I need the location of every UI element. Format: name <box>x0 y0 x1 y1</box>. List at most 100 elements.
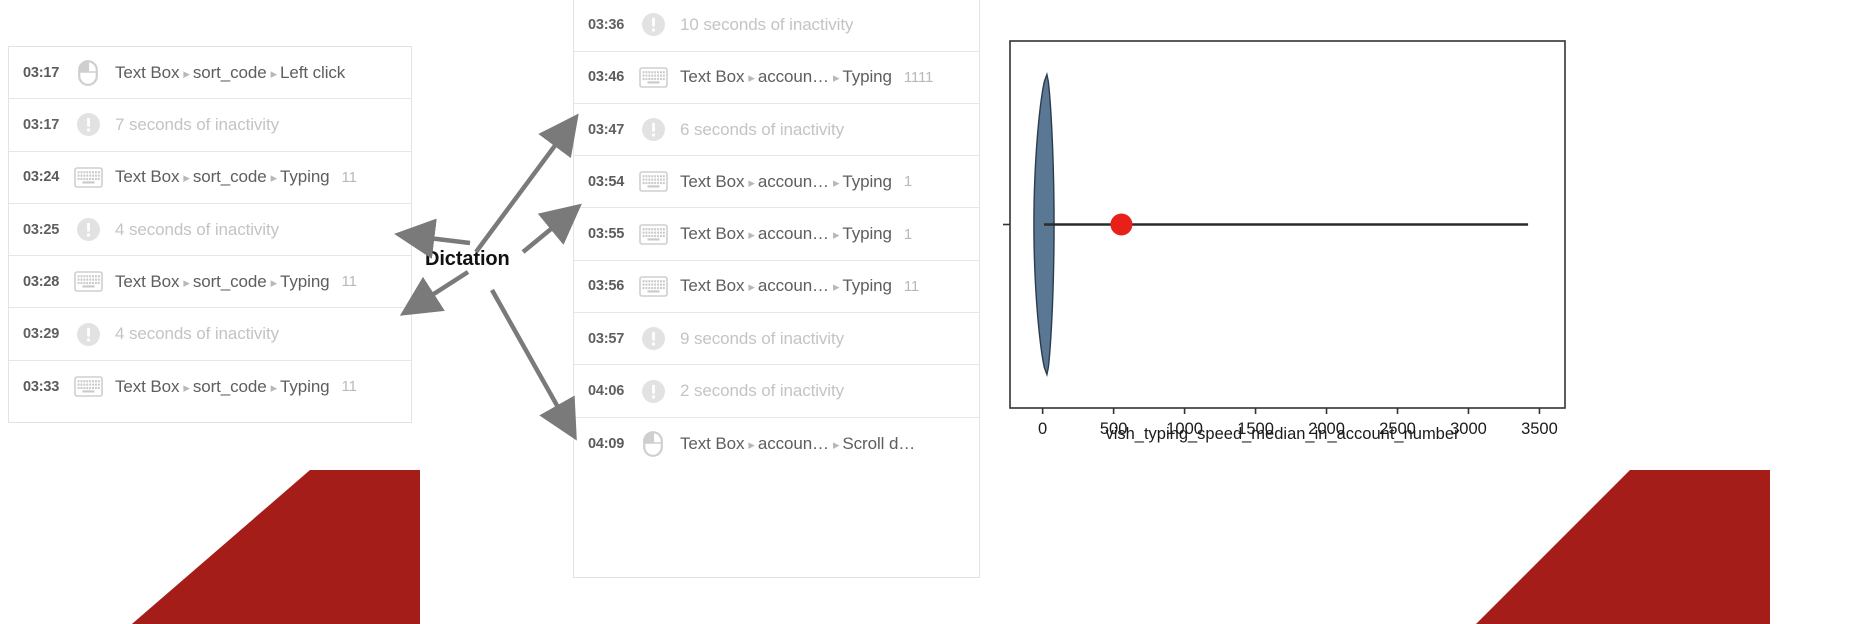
keyboard-icon <box>73 376 103 398</box>
decorative-wedge-right <box>1476 470 1770 624</box>
keyboard-icon <box>636 167 670 197</box>
breadcrumb-separator-icon: ▸ <box>183 170 190 186</box>
inactivity-icon <box>641 327 665 351</box>
event-description: Text Box ▸ sort_code ▸ Typing <box>115 167 330 187</box>
event-description: Text Box ▸ accoun… ▸ Typing <box>680 276 892 296</box>
event-timestamp: 03:55 <box>588 226 625 243</box>
event-action: Typing <box>280 271 330 291</box>
breadcrumb-separator-icon: ▸ <box>748 279 755 295</box>
event-app: Text Box <box>680 67 745 87</box>
event-description: 9 seconds of inactivity <box>680 328 845 348</box>
inactivity-icon <box>636 115 670 145</box>
breadcrumb-separator-icon: ▸ <box>183 274 190 290</box>
event-field: sort_code <box>192 376 267 396</box>
event-row[interactable]: 03:25 4 seconds of inactivity <box>9 204 411 257</box>
event-field: accoun… <box>757 433 829 453</box>
event-row[interactable]: 03:47 6 seconds of inactivity <box>574 104 979 157</box>
inactivity-icon <box>71 319 105 349</box>
event-timestamp: 03:36 <box>588 16 625 33</box>
event-row[interactable]: 03:33 Text Box ▸ sort_code ▸ Typing 11 <box>9 361 411 413</box>
dictation-annotation-label: Dictation <box>425 248 510 270</box>
event-action: Typing <box>280 376 330 396</box>
event-timestamp: 03:28 <box>23 273 60 290</box>
event-app: Text Box <box>680 171 745 191</box>
event-field: accoun… <box>757 67 829 87</box>
event-row[interactable]: 03:24 Text Box ▸ sort_code ▸ Typing 11 <box>9 152 411 204</box>
keyboard-icon <box>71 267 105 297</box>
event-app: Text Box <box>115 167 180 187</box>
event-row[interactable]: 03:56 Text Box ▸ accoun… ▸ Typing 11 <box>574 261 979 314</box>
event-app: Text Box <box>680 433 745 453</box>
event-row[interactable]: 03:28 Text Box ▸ sort_code ▸ Typing 11 <box>9 256 411 309</box>
event-description: 4 seconds of inactivity <box>115 324 280 344</box>
event-description: 10 seconds of inactivity <box>680 14 854 34</box>
event-description: 6 seconds of inactivity <box>680 119 845 139</box>
event-value: 11 <box>341 378 357 396</box>
event-timestamp: 03:17 <box>23 116 60 133</box>
inactivity-icon <box>636 10 670 40</box>
violin-chart: 0 500 1000 1500 2000 2500 3000 3500 vish_typing… <box>1000 33 1590 453</box>
event-value: 11 <box>341 273 357 291</box>
chart-x-axis-label: vish_typing_speed_median_in_account_numb… <box>1105 425 1460 443</box>
event-action: Typing <box>842 67 892 87</box>
mouse-icon <box>78 59 98 86</box>
inactivity-icon <box>641 13 665 37</box>
event-timestamp: 03:25 <box>23 221 60 238</box>
breadcrumb-separator-icon: ▸ <box>832 174 840 190</box>
inactivity-icon <box>76 113 100 137</box>
mouse-icon <box>636 429 670 459</box>
event-description: Text Box ▸ accoun… ▸ Typing <box>680 172 892 192</box>
keyboard-icon <box>638 276 668 297</box>
event-field: sort_code <box>192 167 267 187</box>
event-action: Typing <box>842 276 892 296</box>
event-row[interactable]: 04:09 Text Box ▸ accoun… ▸ Scroll d… <box>574 418 979 470</box>
breadcrumb-separator-icon: ▸ <box>270 274 278 290</box>
event-row[interactable]: 03:57 9 seconds of inactivity <box>574 313 979 366</box>
keyboard-icon <box>73 271 103 293</box>
event-value: 11 <box>903 277 920 295</box>
event-timestamp: 03:33 <box>23 378 60 395</box>
event-field: sort_code <box>192 271 267 291</box>
mouse-icon <box>643 430 663 457</box>
event-row[interactable]: 03:17 7 seconds of inactivity <box>9 99 411 152</box>
event-row[interactable]: 04:06 2 seconds of inactivity <box>574 365 979 418</box>
event-list-panel-middle: 03:36Text Box▸accoun…▸Left click03:3610 … <box>573 0 980 578</box>
event-action: Left click <box>280 62 346 82</box>
inactivity-icon <box>641 379 665 403</box>
breadcrumb-separator-icon: ▸ <box>748 436 755 452</box>
inactivity-icon <box>636 324 670 354</box>
keyboard-icon <box>71 372 105 402</box>
breadcrumb-separator-icon: ▸ <box>183 65 190 81</box>
event-timestamp: 03:57 <box>588 330 625 347</box>
event-row[interactable]: 03:29 4 seconds of inactivity <box>9 308 411 361</box>
breadcrumb-separator-icon: ▸ <box>832 227 840 243</box>
inactivity-icon <box>76 218 100 242</box>
breadcrumb-separator-icon: ▸ <box>832 70 840 86</box>
keyboard-icon <box>636 62 670 92</box>
inactivity-icon <box>71 215 105 245</box>
event-row[interactable]: 03:46 Text Box ▸ accoun… ▸ Typing 1111 <box>574 52 979 104</box>
event-timestamp: 03:46 <box>588 69 625 86</box>
event-field: sort_code <box>192 62 267 82</box>
keyboard-icon <box>636 271 670 301</box>
event-timestamp: 04:06 <box>588 383 625 400</box>
event-row[interactable]: 03:17 Text Box ▸ sort_code ▸ Left click <box>9 47 411 100</box>
event-row[interactable]: 03:36 10 seconds of inactivity <box>574 0 979 52</box>
event-timestamp: 03:24 <box>23 169 60 186</box>
event-app: Text Box <box>680 276 745 296</box>
breadcrumb-separator-icon: ▸ <box>748 174 755 190</box>
event-app: Text Box <box>115 376 180 396</box>
event-list-panel-left: 03:17 Text Box ▸ sort_code ▸ Left click 03:17 7… <box>8 46 412 423</box>
keyboard-icon <box>638 66 668 88</box>
event-description: 7 seconds of inactivity <box>115 114 280 134</box>
breadcrumb-separator-icon: ▸ <box>748 227 755 243</box>
keyboard-icon <box>638 223 668 245</box>
inactivity-icon <box>71 110 105 140</box>
event-description: Text Box ▸ accoun… ▸ Typing <box>680 224 892 244</box>
event-value: 1 <box>903 173 913 191</box>
keyboard-icon <box>71 162 105 192</box>
breadcrumb-separator-icon: ▸ <box>270 65 278 81</box>
decorative-wedge-left <box>131 470 420 624</box>
event-row[interactable]: 03:55 Text Box ▸ accoun… ▸ Typing 1 <box>574 208 979 261</box>
event-row[interactable]: 03:54 Text Box ▸ accoun… ▸ Typing 1 <box>574 156 979 209</box>
